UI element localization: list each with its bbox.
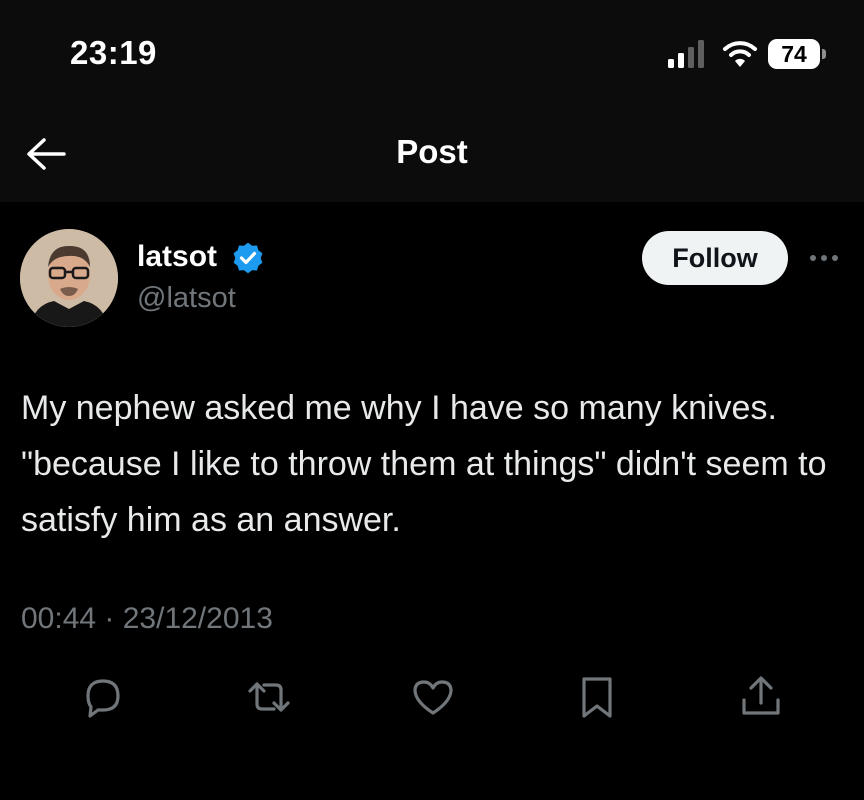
wifi-icon bbox=[723, 41, 757, 67]
like-button[interactable] bbox=[408, 672, 458, 722]
reply-button[interactable] bbox=[78, 672, 128, 722]
bookmark-icon bbox=[582, 677, 612, 718]
author-display-name[interactable]: latsot bbox=[137, 240, 217, 274]
top-bar: 23:19 74 Post bbox=[0, 0, 864, 202]
reply-icon bbox=[86, 679, 120, 718]
page-title: Post bbox=[396, 133, 468, 170]
repost-icon bbox=[248, 682, 290, 712]
author-handle[interactable]: @latsot bbox=[137, 282, 236, 315]
more-horizontal-icon[interactable] bbox=[806, 250, 842, 266]
share-button[interactable] bbox=[736, 672, 786, 722]
post-timestamp[interactable]: 00:44 · 23/12/2013 bbox=[21, 602, 273, 636]
follow-button[interactable]: Follow bbox=[642, 231, 788, 285]
verified-badge-icon bbox=[233, 242, 263, 274]
post-text: My nephew asked me why I have so many kn… bbox=[21, 389, 827, 539]
cellular-signal-icon bbox=[668, 40, 704, 68]
share-icon bbox=[742, 676, 780, 715]
battery-icon: 74 bbox=[768, 38, 826, 70]
repost-button[interactable] bbox=[244, 672, 294, 722]
like-icon bbox=[413, 680, 453, 715]
status-time: 23:19 bbox=[70, 34, 157, 71]
battery-cap bbox=[822, 49, 826, 59]
bookmark-button[interactable] bbox=[572, 672, 622, 722]
battery-level: 74 bbox=[768, 39, 820, 69]
avatar-image bbox=[20, 229, 118, 327]
avatar[interactable] bbox=[20, 229, 118, 327]
